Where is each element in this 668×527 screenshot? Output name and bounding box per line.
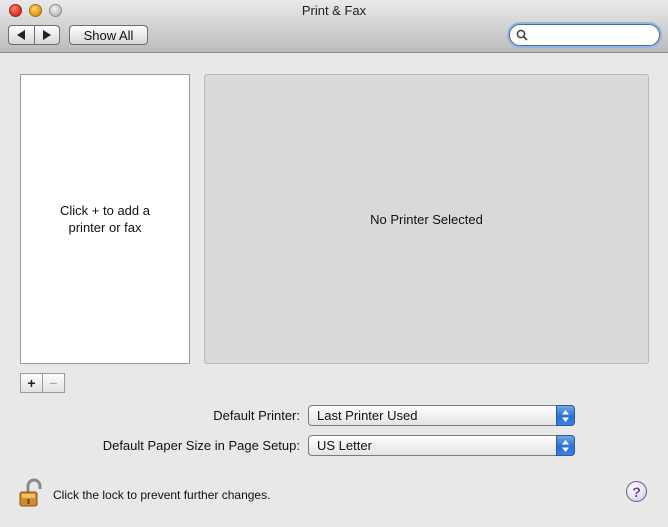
printer-detail-pane: No Printer Selected xyxy=(204,74,649,364)
popup-arrows-icon xyxy=(556,405,575,426)
forward-button[interactable] xyxy=(33,25,60,45)
add-printer-button[interactable]: + xyxy=(20,373,43,393)
paper-size-label: Default Paper Size in Page Setup: xyxy=(102,438,300,453)
triangle-right-icon xyxy=(43,30,52,40)
help-button[interactable]: ? xyxy=(626,481,647,502)
default-printer-label: Default Printer: xyxy=(213,408,300,423)
paper-size-value: US Letter xyxy=(317,438,372,453)
printer-list-empty-hint: Click + to add a printer or fax xyxy=(60,203,150,235)
title-bar: Print & Fax Show All xyxy=(0,0,668,53)
add-remove-buttons: + − xyxy=(20,373,65,393)
default-printer-value: Last Printer Used xyxy=(317,408,418,423)
paper-size-popup[interactable]: US Letter xyxy=(308,435,575,456)
back-button[interactable] xyxy=(8,25,34,45)
search-icon xyxy=(516,29,528,41)
nav-buttons xyxy=(8,25,60,45)
show-all-button[interactable]: Show All xyxy=(69,25,148,45)
no-printer-selected-text: No Printer Selected xyxy=(370,212,483,227)
lock-icon[interactable] xyxy=(17,478,45,508)
lock-message: Click the lock to prevent further change… xyxy=(53,488,271,502)
remove-printer-button[interactable]: − xyxy=(43,373,65,393)
popup-arrows-icon xyxy=(556,435,575,456)
search-input[interactable] xyxy=(532,26,656,44)
triangle-left-icon xyxy=(16,30,25,40)
search-field[interactable] xyxy=(509,24,660,46)
print-fax-window: Print & Fax Show All Click + to add a pr… xyxy=(0,0,668,527)
printer-list[interactable]: Click + to add a printer or fax xyxy=(20,74,190,364)
window-title: Print & Fax xyxy=(301,3,367,18)
default-printer-popup[interactable]: Last Printer Used xyxy=(308,405,575,426)
